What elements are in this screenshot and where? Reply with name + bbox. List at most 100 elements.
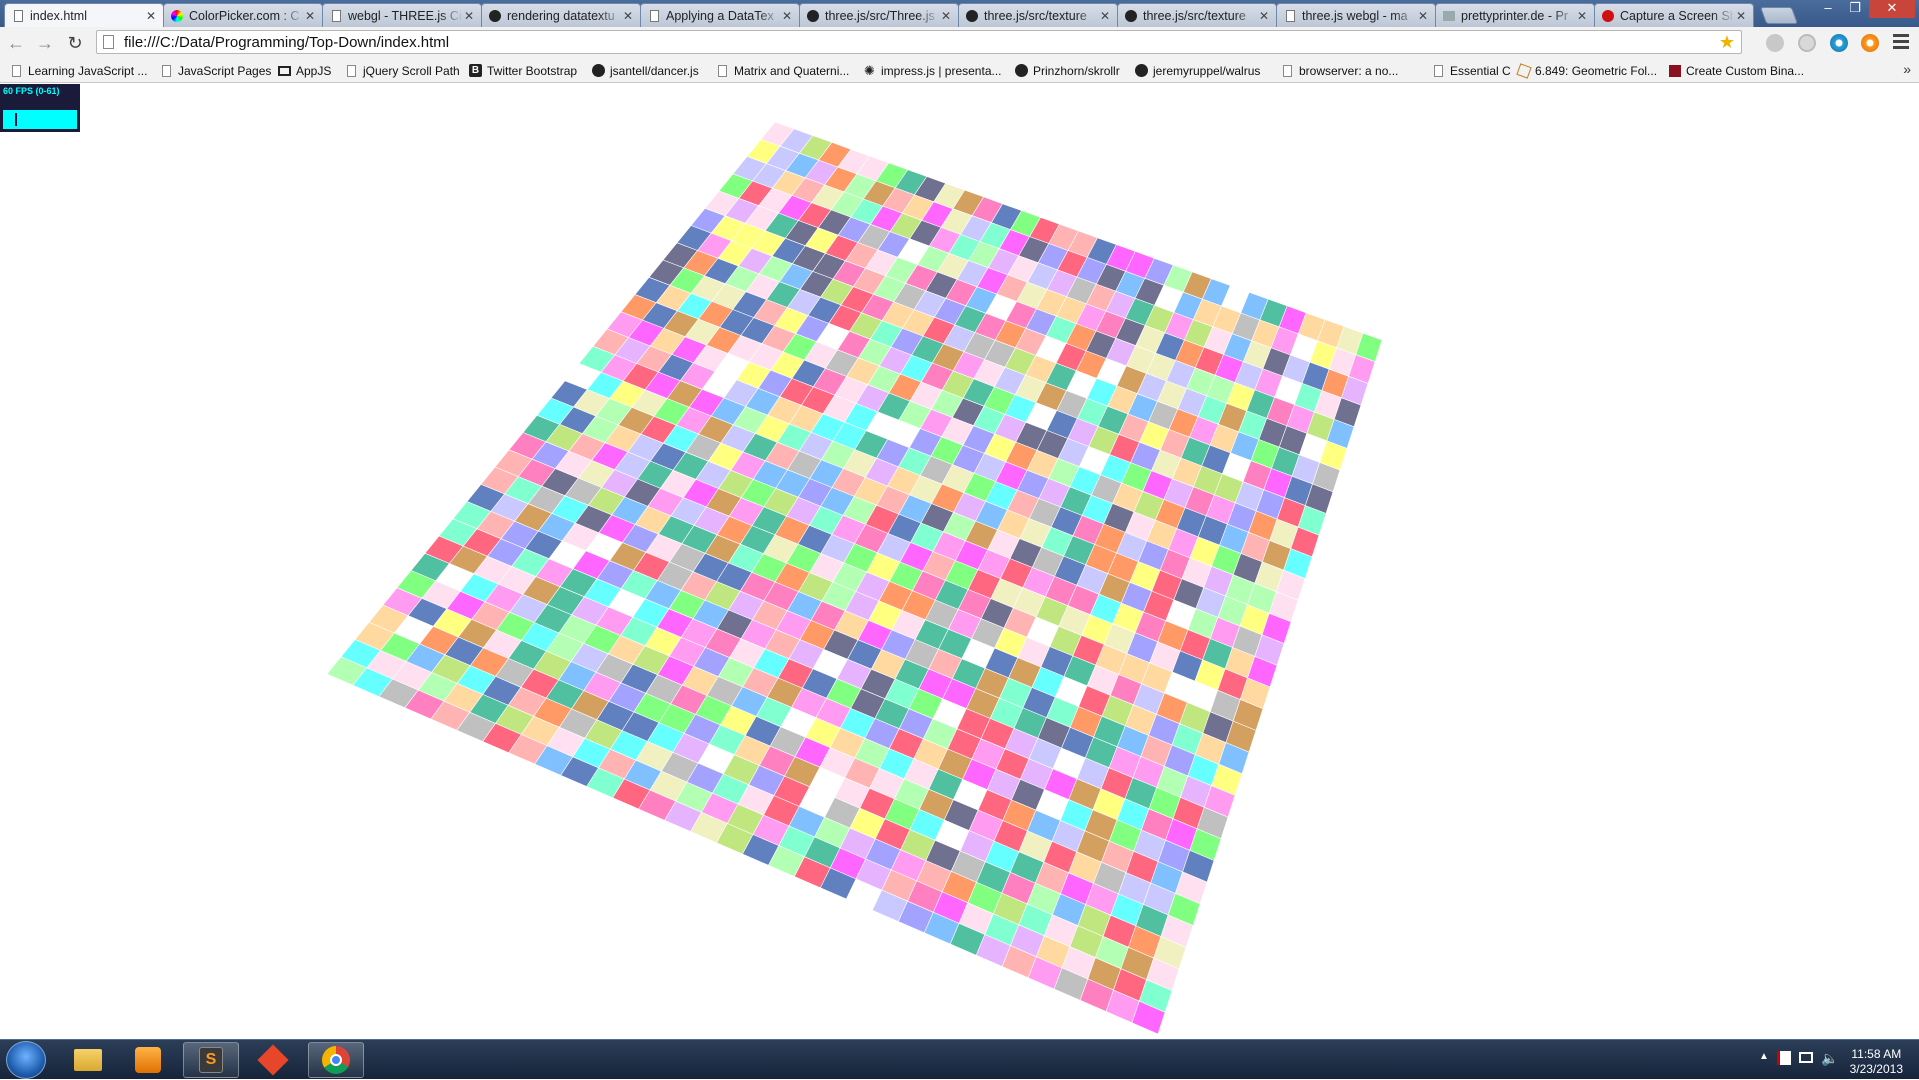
extension-icon[interactable] (1766, 34, 1784, 52)
network-icon[interactable] (1799, 1052, 1813, 1063)
tab-close-icon[interactable]: ✕ (622, 9, 634, 23)
forward-button[interactable]: → (33, 31, 57, 55)
taskbar-app-button[interactable]: S (183, 1042, 239, 1078)
url-text: file:///C:/Data/Programming/Top-Down/ind… (124, 33, 450, 51)
red-circle-icon (1601, 9, 1615, 23)
bookmark-item[interactable]: Prinzhorn/skrollr (1015, 62, 1120, 79)
tab-strip: index.html ✕ ColorPicker.com : C ✕ webgl - T… (0, 0, 1919, 27)
fold-icon (1515, 62, 1532, 79)
taskbar-app-button[interactable] (120, 1042, 176, 1078)
tab-close-icon[interactable]: ✕ (1417, 9, 1429, 23)
bookmark-label: jsantell/dancer.js (610, 63, 699, 78)
doc-icon (1281, 64, 1294, 77)
browser-tab[interactable]: rendering datatextu ✕ (481, 3, 641, 27)
tab-title: prettyprinter.de - Pr (1461, 8, 1568, 23)
browser-tab[interactable]: three.js/src/texture ✕ (958, 3, 1118, 27)
tab-close-icon[interactable]: ✕ (781, 9, 793, 23)
bookmark-item[interactable]: JavaScript Pages (160, 62, 271, 79)
extension-icon[interactable] (1798, 34, 1816, 52)
tab-close-icon[interactable]: ✕ (145, 9, 157, 23)
browser-tab[interactable]: Capture a Screen Sh ✕ (1594, 3, 1754, 27)
tab-close-icon[interactable]: ✕ (1576, 9, 1588, 23)
github-icon (965, 9, 979, 23)
tab-close-icon[interactable]: ✕ (304, 9, 316, 23)
bookmark-item[interactable]: ✺ impress.js | presenta... (863, 62, 1002, 79)
browser-tab[interactable]: three.js/src/texture ✕ (1117, 3, 1277, 27)
prettyprinter-icon (1442, 9, 1456, 23)
restore-button[interactable]: ❐ (1842, 0, 1868, 18)
taskbar: S ▲ 🔈 11:58 AM 3/23/2013 (0, 1039, 1919, 1079)
fps-stats-panel[interactable]: 60 FPS (0-61) (0, 84, 80, 132)
bookmark-item[interactable]: Essential C (1432, 62, 1511, 79)
sublime-text-icon: S (199, 1047, 223, 1073)
bookmark-label: 6.849: Geometric Fol... (1535, 63, 1658, 78)
bookmark-item[interactable]: B Twitter Bootstrap (469, 62, 577, 79)
show-hidden-icons-icon[interactable]: ▲ (1759, 1051, 1769, 1062)
bookmark-item[interactable]: Learning JavaScript ... (10, 62, 147, 79)
bookmark-label: Essential C (1450, 63, 1511, 78)
page-icon (103, 35, 114, 49)
bookmark-label: Twitter Bootstrap (487, 63, 578, 78)
extension-icon[interactable] (1830, 34, 1848, 52)
bookmark-item[interactable]: AppJS (278, 62, 331, 79)
back-arrow-icon: ← (7, 32, 25, 53)
browser-tab[interactable]: index.html ✕ (4, 3, 164, 27)
browser-tab[interactable]: prettyprinter.de - Pr ✕ (1435, 3, 1595, 27)
bookmark-item[interactable]: Matrix and Quaterni... (716, 62, 849, 79)
browser-tab[interactable]: webgl - THREE.js Ci ✕ (322, 3, 482, 27)
new-tab-button[interactable] (1759, 7, 1799, 24)
taskbar-app-button[interactable] (308, 1042, 364, 1078)
bookmark-item[interactable]: 6.849: Geometric Fol... (1515, 62, 1658, 79)
tab-title: three.js/src/texture (984, 8, 1087, 23)
bookmark-label: Create Custom Bina... (1686, 63, 1805, 78)
bookmark-item[interactable]: Create Custom Bina... (1668, 62, 1804, 79)
bookmark-label: impress.js | presenta... (881, 63, 1002, 78)
browser-toolbar: ← → ↻ file:///C:/Data/Programming/Top-Do… (0, 27, 1919, 58)
browser-tab[interactable]: three.js/src/Three.js ✕ (799, 3, 959, 27)
doc-icon (1432, 64, 1445, 77)
reload-button[interactable]: ↻ (63, 31, 87, 55)
tab-close-icon[interactable]: ✕ (463, 9, 475, 23)
star-burst-icon: ✺ (864, 62, 875, 78)
bookmark-star-icon[interactable]: ★ (1719, 32, 1735, 53)
clock[interactable]: 11:58 AM 3/23/2013 (1850, 1047, 1903, 1077)
tab-close-icon[interactable]: ✕ (1099, 9, 1111, 23)
tab-close-icon[interactable]: ✕ (1258, 9, 1270, 23)
browser-tab[interactable]: three.js webgl - ma ✕ (1276, 3, 1436, 27)
close-window-button[interactable]: ✕ (1869, 0, 1915, 18)
tab-title: Capture a Screen Sh (1620, 8, 1735, 23)
browser-tab[interactable]: Applying a DataTex ✕ (640, 3, 800, 27)
minimize-button[interactable]: – (1815, 0, 1841, 18)
taskbar-app-button[interactable] (60, 1042, 116, 1078)
media-player-icon (135, 1047, 161, 1073)
bookmark-item[interactable]: jeremyruppel/walrus (1135, 62, 1260, 79)
webgl-viewport[interactable]: 60 FPS (0-61) (0, 84, 1919, 1039)
extension-icon[interactable] (1861, 34, 1879, 52)
menu-icon[interactable] (1893, 34, 1909, 50)
browser-tab[interactable]: ColorPicker.com : C ✕ (163, 3, 323, 27)
address-bar[interactable]: file:///C:/Data/Programming/Top-Down/ind… (96, 30, 1742, 54)
fps-graph (3, 110, 77, 129)
bookmark-item[interactable]: jQuery Scroll Path (345, 62, 460, 79)
git-icon (257, 1044, 289, 1076)
tab-title: index.html (30, 8, 87, 23)
tab-close-icon[interactable]: ✕ (940, 9, 952, 23)
volume-icon[interactable]: 🔈 (1821, 1050, 1838, 1067)
bookmarks-overflow-button[interactable]: » (1903, 61, 1911, 77)
doc-icon (160, 64, 173, 77)
start-button[interactable] (6, 1041, 46, 1079)
doc-icon (10, 64, 23, 77)
tab-close-icon[interactable]: ✕ (1735, 9, 1747, 23)
taskbar-app-button[interactable] (245, 1042, 301, 1078)
checker-floor (326, 121, 1383, 1035)
bookmark-label: jeremyruppel/walrus (1153, 63, 1261, 78)
action-center-flag-icon[interactable] (1777, 1051, 1791, 1065)
bookmark-label: jQuery Scroll Path (363, 63, 460, 78)
doc-icon (716, 64, 729, 77)
github-icon (592, 64, 605, 77)
bookmark-item[interactable]: jsantell/dancer.js (592, 62, 699, 79)
back-button[interactable]: ← (4, 31, 28, 55)
bookmark-item[interactable]: browserver: a no... (1281, 62, 1398, 79)
tab-title: Applying a DataTex (666, 8, 774, 23)
forward-arrow-icon: → (36, 32, 54, 53)
